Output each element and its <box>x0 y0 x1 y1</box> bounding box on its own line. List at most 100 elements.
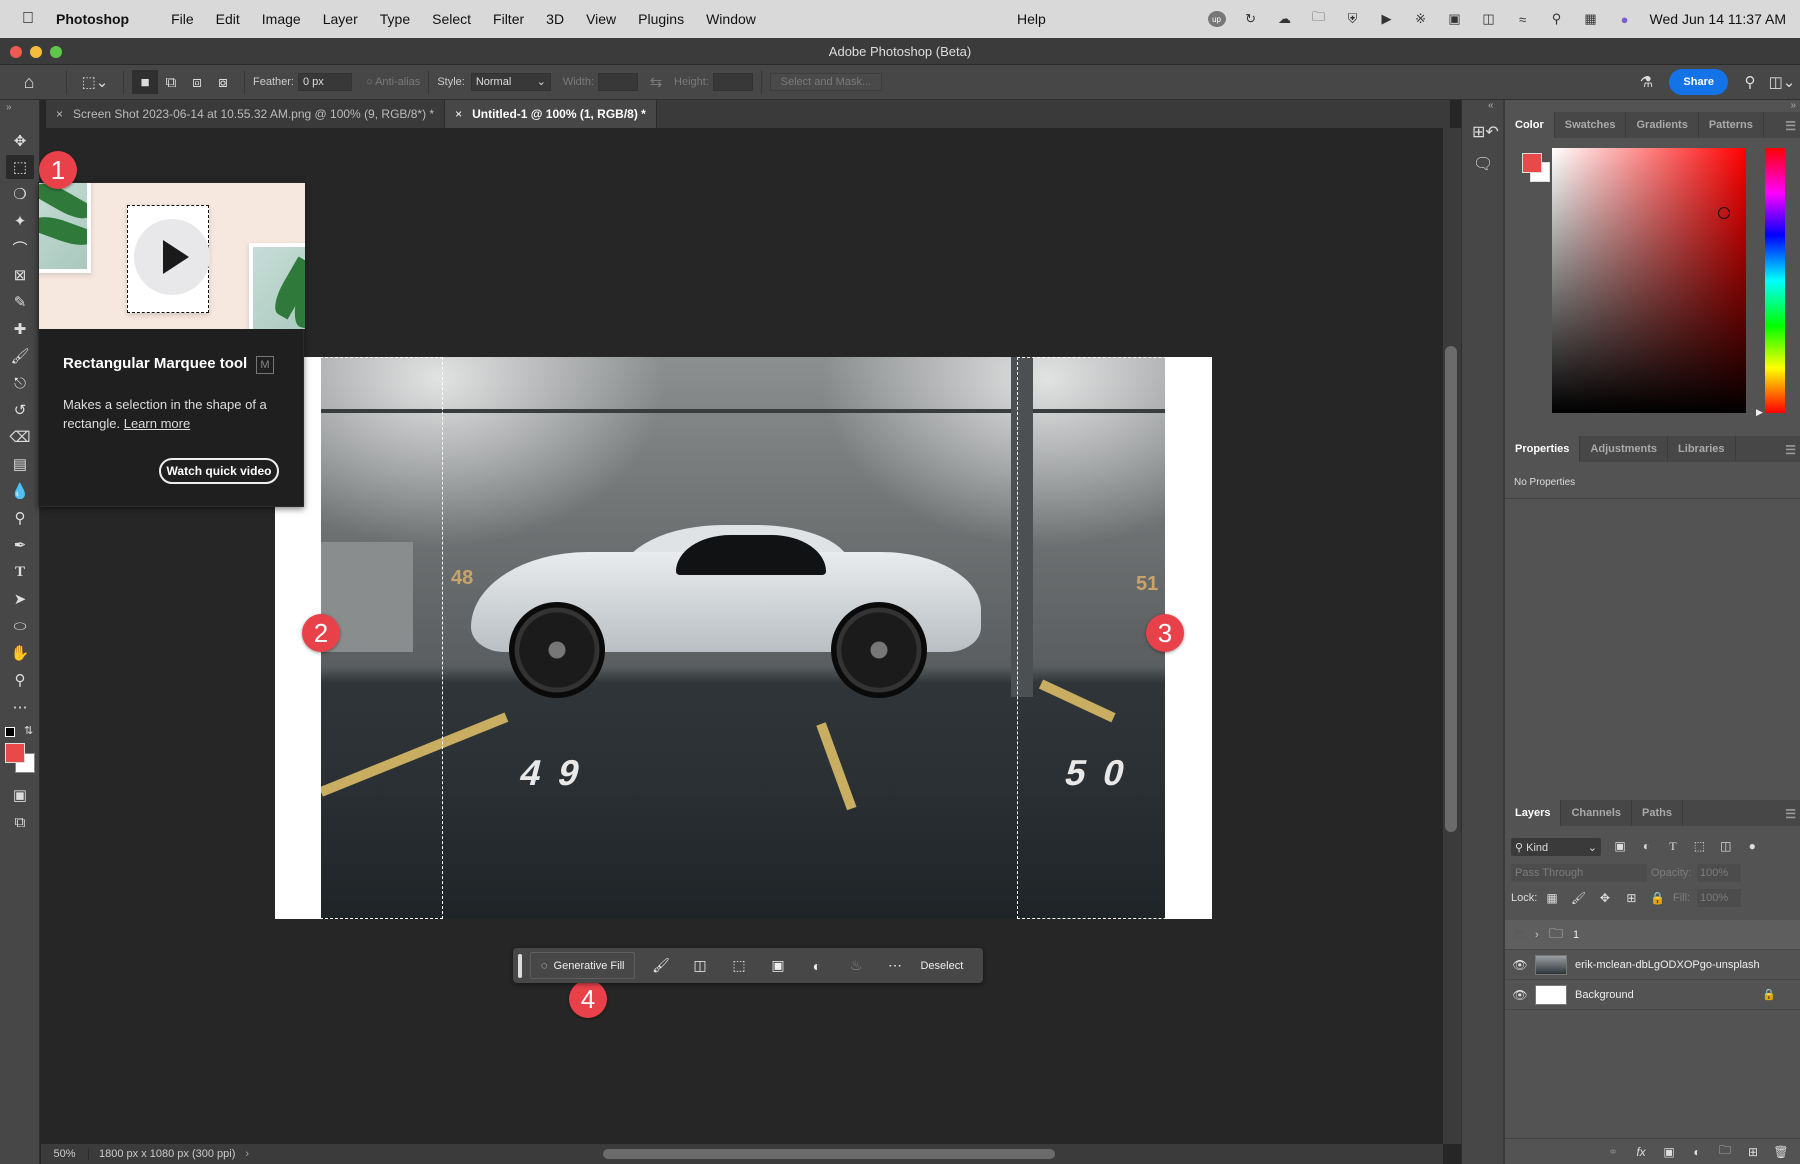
quick-mask-icon[interactable]: ▣ <box>6 783 34 807</box>
apple-icon[interactable]:  <box>0 10 56 28</box>
intersect-selection-icon[interactable]: ⧇ <box>210 74 236 91</box>
tab-libraries[interactable]: Libraries <box>1668 436 1736 462</box>
type-tool-icon[interactable]: T <box>6 560 34 584</box>
shape-filter-icon[interactable]: ⬚ <box>1688 839 1710 853</box>
new-layer-icon[interactable]: ⊞ <box>1742 1145 1764 1159</box>
fill-input[interactable]: 100% <box>1697 889 1741 907</box>
lasso-tool-icon[interactable]: ❍ <box>6 182 34 206</box>
pen-tool-icon[interactable]: ✒ <box>6 533 34 557</box>
menu-edit[interactable]: Edit <box>216 11 240 27</box>
tooltip-video-preview[interactable] <box>39 183 305 329</box>
drag-handle[interactable] <box>518 953 522 978</box>
learn-more-link[interactable]: Learn more <box>124 416 190 431</box>
comments-icon[interactable]: 🗨 <box>1473 154 1493 174</box>
history-icon[interactable]: ⊞↶ <box>1472 122 1499 142</box>
menu-help[interactable]: Help <box>1017 11 1046 27</box>
opacity-input[interactable]: 100% <box>1697 864 1741 882</box>
close-tab-icon[interactable]: × <box>455 100 462 128</box>
creative-cloud-icon[interactable]: ☁ <box>1276 11 1294 27</box>
swap-colors-icon[interactable]: ⇅ <box>24 724 33 737</box>
document-info[interactable]: 1800 px x 1080 px (300 ppi) <box>89 1148 245 1160</box>
menu-type[interactable]: Type <box>380 11 410 27</box>
tab-gradients[interactable]: Gradients <box>1626 112 1699 138</box>
feather-input[interactable]: 0 px <box>297 73 352 91</box>
modify-selection-icon[interactable]: 🖌 <box>641 957 680 974</box>
pixel-filter-icon[interactable]: ▣ <box>1609 839 1631 853</box>
anti-alias-checkbox[interactable]: ○ Anti-alias <box>366 76 420 88</box>
lock-all-icon[interactable]: 🔒 <box>1647 891 1669 905</box>
tab-layers[interactable]: Layers <box>1505 800 1562 826</box>
adjustment-layer-icon[interactable]: ◐ <box>797 958 836 974</box>
clock[interactable]: Wed Jun 14 11:37 AM <box>1650 11 1786 27</box>
panel-menu-icon[interactable]: ☰ <box>1785 807 1796 821</box>
tab-properties[interactable]: Properties <box>1505 436 1581 462</box>
rectangular-marquee-tool-icon[interactable]: ⬚ <box>6 155 34 179</box>
deselect-button[interactable]: Deselect <box>920 960 963 972</box>
battery-icon[interactable]: ◫ <box>1480 11 1498 27</box>
default-colors-icon[interactable] <box>5 727 15 737</box>
width-input[interactable] <box>598 73 639 91</box>
tab-adjustments[interactable]: Adjustments <box>1580 436 1669 462</box>
zoom-window-button[interactable] <box>50 46 62 58</box>
shield-icon[interactable]: ⛨ <box>1344 11 1362 27</box>
close-tab-icon[interactable]: × <box>56 100 63 128</box>
tab-color[interactable]: Color <box>1505 112 1555 138</box>
search-icon[interactable]: ⚲ <box>1736 73 1764 91</box>
frame-tool-icon[interactable]: ⊠ <box>6 263 34 287</box>
menu-plugins[interactable]: Plugins <box>638 11 684 27</box>
eye-icon[interactable]: 👁 <box>1505 988 1535 1002</box>
close-window-button[interactable] <box>10 46 22 58</box>
invert-selection-icon[interactable]: ⬚ <box>719 957 758 974</box>
layer-row-group-1[interactable]: □ › 🗀 1 <box>1505 920 1800 950</box>
hue-slider[interactable] <box>1765 148 1785 413</box>
more-options-icon[interactable]: ⋯ <box>875 957 914 974</box>
history-brush-tool-icon[interactable]: ↺ <box>6 398 34 422</box>
layer-style-icon[interactable]: fx <box>1630 1145 1652 1159</box>
adjustment-filter-icon[interactable]: ◐ <box>1635 839 1657 853</box>
vertical-scrollbar[interactable] <box>1445 346 1457 832</box>
home-icon[interactable]: ⌂ <box>0 72 58 93</box>
menu-select[interactable]: Select <box>432 11 471 27</box>
path-selection-tool-icon[interactable]: ➤ <box>6 587 34 611</box>
foreground-color-swatch[interactable] <box>1522 153 1542 173</box>
horizontal-scrollbar[interactable] <box>603 1149 1055 1159</box>
menu-layer[interactable]: Layer <box>323 11 358 27</box>
link-layers-icon[interactable]: ⚭ <box>1602 1145 1624 1159</box>
magic-wand-tool-icon[interactable]: ✦ <box>6 209 34 233</box>
upwork-icon[interactable]: up <box>1207 11 1226 27</box>
play-icon[interactable]: ▶ <box>1378 11 1396 27</box>
tab-patterns[interactable]: Patterns <box>1699 112 1764 138</box>
healing-brush-tool-icon[interactable]: ✚ <box>6 317 34 341</box>
eye-icon[interactable]: 👁 <box>1505 958 1535 972</box>
smart-object-filter-icon[interactable]: ◫ <box>1715 839 1737 853</box>
tab-swatches[interactable]: Swatches <box>1555 112 1627 138</box>
color-picker-handle[interactable] <box>1718 207 1730 219</box>
layer-row-background[interactable]: 👁 Background 🔒 <box>1505 980 1800 1010</box>
menu-filter[interactable]: Filter <box>493 11 524 27</box>
new-group-icon[interactable]: 🗀 <box>1714 1141 1736 1162</box>
panel-menu-icon[interactable]: ☰ <box>1785 119 1796 133</box>
share-button[interactable]: Share <box>1669 69 1728 95</box>
marquee-preset-icon[interactable]: ⬚⌄ <box>75 73 115 91</box>
visibility-toggle-empty[interactable]: □ <box>1505 928 1535 942</box>
lock-position-icon[interactable]: ✥ <box>1594 891 1616 905</box>
watch-quick-video-button[interactable]: Watch quick video <box>159 458 279 484</box>
zoom-tool-icon[interactable]: ⚲ <box>6 668 34 692</box>
new-selection-icon[interactable]: ■ <box>132 70 158 94</box>
menu-image[interactable]: Image <box>262 11 301 27</box>
tab-channels[interactable]: Channels <box>1561 800 1632 826</box>
blur-tool-icon[interactable]: 💧 <box>6 479 34 503</box>
control-center-icon[interactable]: ▦ <box>1582 11 1600 27</box>
expand-panel-icon[interactable]: » <box>6 102 12 113</box>
menu-3d[interactable]: 3D <box>546 11 564 27</box>
tab-paths[interactable]: Paths <box>1632 800 1683 826</box>
subtract-selection-icon[interactable]: ⧈ <box>184 74 210 91</box>
layer-row-photo[interactable]: 👁 erik-mclean-dbLgODXOPgo-unsplash <box>1505 950 1800 980</box>
chevron-right-icon[interactable]: › <box>245 1148 249 1160</box>
select-subject-icon[interactable]: ◫ <box>680 957 719 974</box>
menu-file[interactable]: File <box>171 11 194 27</box>
filter-toggle-icon[interactable]: ● <box>1741 839 1763 853</box>
expand-group-icon[interactable]: › <box>1535 929 1549 941</box>
sync-icon[interactable]: ↻ <box>1242 11 1260 27</box>
ellipse-tool-icon[interactable]: ⬭ <box>6 614 34 638</box>
